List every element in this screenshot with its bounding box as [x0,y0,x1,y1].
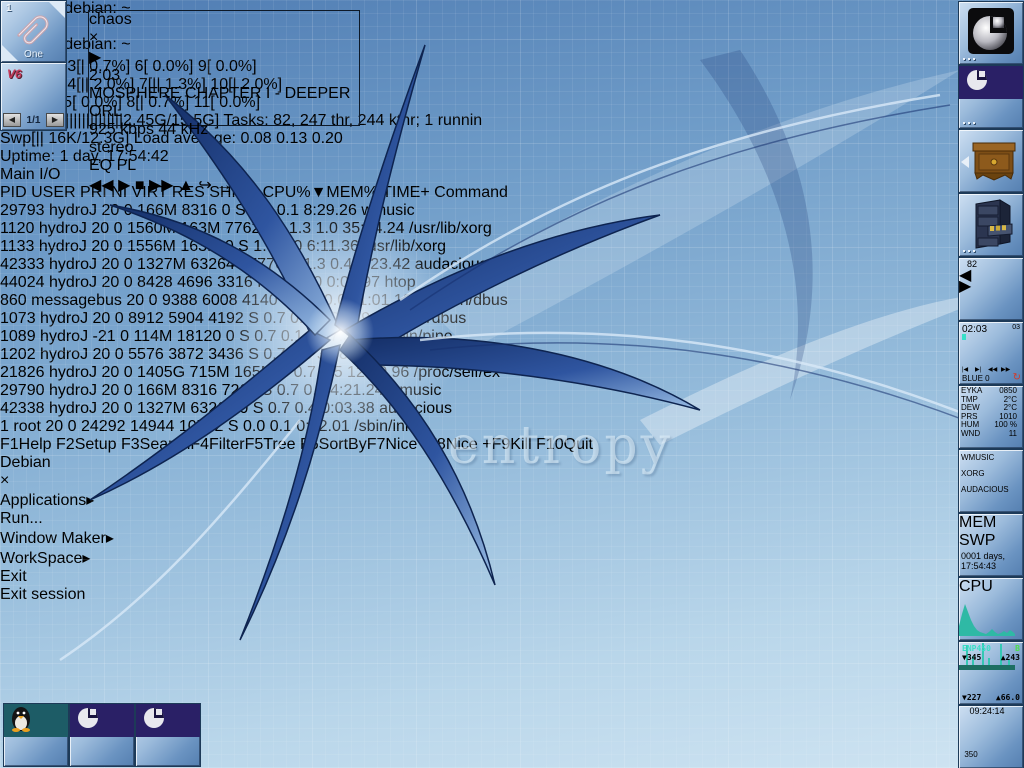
clock-digital-time: 09:24:14 [959,706,1015,718]
file-cabinet-icon [966,198,1016,250]
pager-prev-button[interactable]: ◀ [3,113,21,127]
audio-player-window: chaos × ▶ 2:03 MOSPHERE CHAPTER I - DEEP… [88,10,360,126]
running-indicator [963,122,979,125]
miniwindow-terminal-2[interactable] [135,703,201,767]
wmusic-button[interactable]: ▶| [975,366,987,376]
eject-button[interactable]: ▲ [178,177,194,194]
appicon-pager[interactable]: V6 ◀ 1/1 ▶ [0,62,67,131]
player-titlebar[interactable]: chaos × [89,11,359,47]
next-button[interactable]: ▶▶ [149,177,174,194]
wmusic-button[interactable]: ◀◀ [988,366,1000,376]
running-indicator [963,58,979,61]
wmusic-button[interactable]: |◀ [962,366,974,376]
previous-button[interactable]: ◀◀ [89,177,114,194]
net-down-total: ▼227 [962,693,981,702]
cpu-label: CPU [959,578,1017,596]
net-up-total: ▲66.0 [996,693,1020,702]
workspace-clip[interactable]: 1 One [0,0,67,63]
drawer-icon [971,139,1017,183]
song-title-marquee[interactable]: MOSPHERE CHAPTER I - DEEPER ORL [89,85,359,121]
dock-cpu-tile[interactable]: CPU [958,577,1024,641]
samplerate-label: 44 kHz [158,121,208,138]
dock-mixer-tile[interactable]: 82 ◀ ▶ [958,257,1024,321]
uptime-time: 17:54:43 [961,561,1017,571]
mem-label: MEM [959,514,1017,532]
playlist-button[interactable]: PL [117,157,137,174]
player-close-button[interactable]: × [89,29,359,47]
miniwindow-terminal-1[interactable] [69,703,135,767]
net-flag: B [1015,644,1020,653]
windowmaker-logo-icon [967,7,1015,55]
dock-wmusic-tile[interactable]: 02:03 03 BLUE 0 ↻ |◀▶|◀◀▶▶▲▶||■ [958,321,1024,385]
play-state-icon: ▶ [89,47,359,67]
wallpaper-watermark: entropy [448,416,673,476]
net-up-now: ▲243 [1001,653,1020,662]
dock-drawer-tile[interactable] [958,129,1024,193]
clock-beats: 350 [959,750,983,761]
dock-wmaker-tile[interactable] [958,1,1024,65]
player-title: chaos [89,11,359,29]
miniwindow-tux-terminal[interactable] [3,703,69,767]
clock-gauge [959,761,979,768]
wmusic-track: 03 [1012,324,1020,331]
pager-next-button[interactable]: ▶ [46,113,64,127]
dock-procmon-tile[interactable]: WMUSIC XORG AUDACIOUS [958,449,1024,513]
app-logo: V6 [7,67,22,81]
net-header: ENP4S0 B [962,644,1020,653]
workspace-name: One [1,49,66,60]
stop-button[interactable]: ■ [135,177,145,194]
play-button[interactable]: ▶ [118,177,130,194]
running-indicator [963,250,979,253]
net-interface: ENP4S0 [962,644,991,653]
pager-label: 1/1 [27,115,41,126]
dock-clock-tile[interactable]: 09:24:14 350 WE 19 NOV [958,705,1024,768]
workspace-number: 1 [6,3,12,14]
repeat-button[interactable]: → [216,177,232,194]
procmon-line-3: AUDACIOUS [959,482,1017,498]
uptime-days: 0001 days, [961,551,1017,561]
weather-display: EYKA0850TMP2°CDEW2°CPRS1010HUM100 %WND11 [959,386,1019,442]
procmon-line-1: WMUSIC [959,450,1017,466]
player-display[interactable]: ▶ 2:03 [89,47,359,85]
drawer-arrow-icon[interactable] [961,156,969,168]
wmusic-button[interactable]: ▶▶ [1001,366,1013,376]
cpu-history-graph [959,596,1015,636]
net-down-now: ▼345 [962,653,981,662]
stereo-indicator: stereo [89,139,359,157]
analog-clock [959,718,991,750]
dock-memory-tile[interactable]: MEM SWP 0001 days, 17:54:43 [958,513,1024,577]
equalizer-button[interactable]: EQ [89,157,112,174]
bitrate-label: 925 kbps [89,121,154,138]
stream-info: 925 kbps 44 kHz [89,121,359,139]
playback-time: 2:03 [89,67,359,85]
mixer-next-button[interactable]: ▶ [959,282,972,293]
paperclip-icon [13,11,53,51]
dock-weather-tile[interactable]: EYKA0850TMP2°CDEW2°CPRS1010HUM100 %WND11 [958,385,1024,449]
procmon-line-2: XORG [959,466,1017,482]
desktop: entropy 1 One V6 ◀ 1/1 ▶ chaos [0,0,1024,768]
dock-network-tile[interactable]: ENP4S0 B ▼345 ▲243 ▼227 ▲66.0 [958,641,1024,705]
swap-label: SWP [959,532,1017,550]
dock-terminal-tile[interactable] [958,65,1024,129]
dock-filemanager-tile[interactable] [958,193,1024,257]
shuffle-button[interactable]: ↪ [198,177,211,194]
